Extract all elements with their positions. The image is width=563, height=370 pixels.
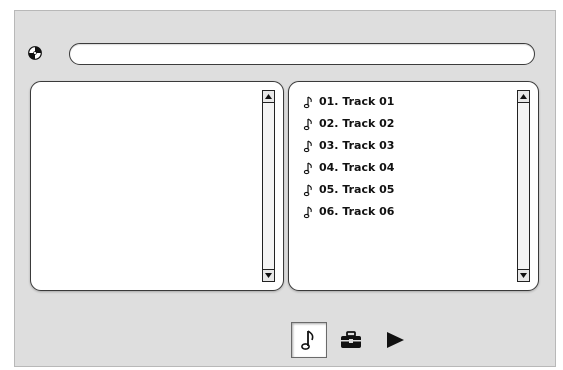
briefcase-icon (341, 331, 361, 348)
folder-list-scrollbar[interactable] (262, 90, 275, 282)
track-label: 06. Track 06 (319, 205, 395, 218)
play-icon (387, 332, 404, 348)
music-note-icon (303, 184, 312, 197)
briefcase-view-button[interactable] (333, 322, 369, 358)
track-item[interactable]: 05. Track 05 (303, 179, 394, 201)
scroll-down-button[interactable] (263, 269, 274, 281)
music-view-button[interactable] (291, 322, 327, 358)
track-label: 01. Track 01 (319, 95, 395, 108)
track-list: 01. Track 01 02. Track 02 03. Track 03 0… (303, 91, 394, 223)
track-item[interactable]: 03. Track 03 (303, 135, 394, 157)
scroll-up-arrow-icon (520, 94, 527, 99)
track-item[interactable]: 06. Track 06 (303, 201, 394, 223)
address-bar[interactable] (69, 43, 535, 65)
track-label: 02. Track 02 (319, 117, 395, 130)
scroll-up-button[interactable] (263, 91, 274, 103)
music-note-icon (303, 140, 312, 153)
music-note-icon (303, 162, 312, 175)
track-label: 03. Track 03 (319, 139, 395, 152)
scroll-down-button[interactable] (518, 269, 529, 281)
track-label: 05. Track 05 (319, 183, 395, 196)
music-note-icon (303, 96, 312, 109)
track-label: 04. Track 04 (319, 161, 395, 174)
scroll-up-button[interactable] (518, 91, 529, 103)
track-item[interactable]: 01. Track 01 (303, 91, 394, 113)
play-view-button[interactable] (377, 322, 413, 358)
cd-disc-icon (28, 45, 42, 60)
music-note-icon (303, 118, 312, 131)
track-list-scrollbar[interactable] (517, 90, 530, 282)
folder-list-pane[interactable] (30, 81, 284, 291)
scroll-up-arrow-icon (265, 94, 272, 99)
music-note-icon (301, 330, 314, 350)
track-item[interactable]: 04. Track 04 (303, 157, 394, 179)
track-list-pane[interactable]: 01. Track 01 02. Track 02 03. Track 03 0… (288, 81, 539, 291)
scroll-down-arrow-icon (520, 273, 527, 278)
track-item[interactable]: 02. Track 02 (303, 113, 394, 135)
music-note-icon (303, 206, 312, 219)
scroll-down-arrow-icon (265, 273, 272, 278)
